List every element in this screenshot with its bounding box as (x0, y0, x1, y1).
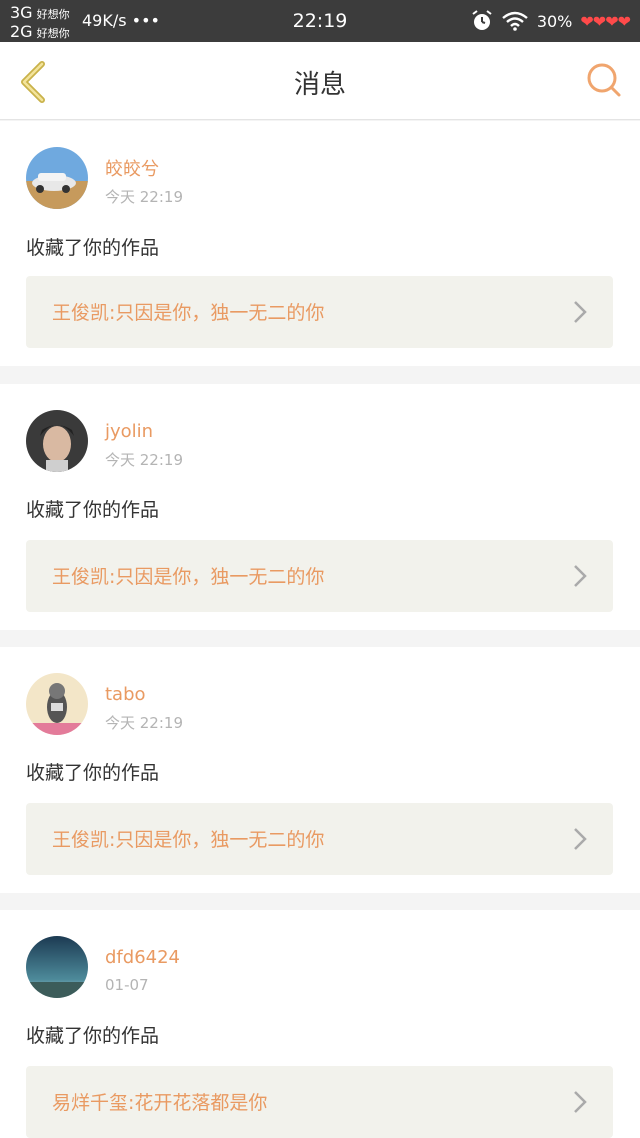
message-card: jyolin 今天 22:19 收藏了你的作品 王俊凯:只因是你，独一无二的你 (0, 384, 640, 630)
timestamp: 01-07 (105, 976, 149, 994)
work-title: 易烊千玺:花开花落都是你 (52, 1092, 268, 1114)
action-text: 收藏了你的作品 (26, 237, 160, 259)
alarm-icon (472, 10, 492, 30)
avatar[interactable] (26, 147, 88, 209)
page-title: 消息 (293, 70, 346, 100)
battery-level: 30% (536, 11, 573, 31)
avatar[interactable] (26, 936, 88, 998)
message-card: tabo 今天 22:19 收藏了你的作品 王俊凯:只因是你，独一无二的你 (0, 647, 640, 893)
action-text: 收藏了你的作品 (26, 1025, 160, 1047)
avatar[interactable] (26, 410, 88, 472)
username[interactable]: tabo (105, 684, 146, 705)
username[interactable]: dfd6424 (105, 947, 180, 968)
action-text: 收藏了你的作品 (26, 762, 160, 784)
username[interactable]: jyolin (105, 421, 153, 442)
avatar-photo (26, 936, 88, 998)
message-card: dfd6424 01-07 收藏了你的作品 易烊千玺:花开花落都是你 (0, 910, 640, 1138)
work-title: 王俊凯:只因是你，独一无二的你 (52, 302, 325, 324)
avatar-photo (26, 673, 88, 735)
status-icons: 30% ❤❤❤❤ (471, 10, 631, 32)
search-icon[interactable] (586, 62, 622, 98)
battery-hearts-icon: ❤❤❤❤ (580, 11, 631, 31)
chevron-right-icon (574, 828, 587, 850)
work-link[interactable]: 王俊凯:只因是你，独一无二的你 (26, 276, 613, 348)
timestamp: 今天 22:19 (105, 451, 183, 469)
work-link[interactable]: 易烊千玺:花开花落都是你 (26, 1066, 613, 1138)
chevron-right-icon (574, 565, 587, 587)
work-link[interactable]: 王俊凯:只因是你，独一无二的你 (26, 803, 613, 875)
header: 消息 (0, 42, 640, 120)
timestamp: 今天 22:19 (105, 714, 183, 732)
message-card: 皎皎兮 今天 22:19 收藏了你的作品 王俊凯:只因是你，独一无二的你 (0, 121, 640, 366)
wifi-icon (502, 11, 528, 31)
username[interactable]: 皎皎兮 (105, 155, 159, 181)
action-text: 收藏了你的作品 (26, 499, 160, 521)
avatar-photo (26, 410, 88, 472)
chevron-right-icon (574, 301, 587, 323)
avatar[interactable] (26, 673, 88, 735)
status-bar: 3G 好想你 2G 好想你 49K/s ••• 22:19 30% ❤❤❤❤ (0, 0, 640, 42)
timestamp: 今天 22:19 (105, 188, 183, 206)
avatar-photo (26, 147, 88, 209)
work-link[interactable]: 王俊凯:只因是你，独一无二的你 (26, 540, 613, 612)
chevron-right-icon (574, 1091, 587, 1113)
work-title: 王俊凯:只因是你，独一无二的你 (52, 566, 325, 588)
work-title: 王俊凯:只因是你，独一无二的你 (52, 829, 325, 851)
